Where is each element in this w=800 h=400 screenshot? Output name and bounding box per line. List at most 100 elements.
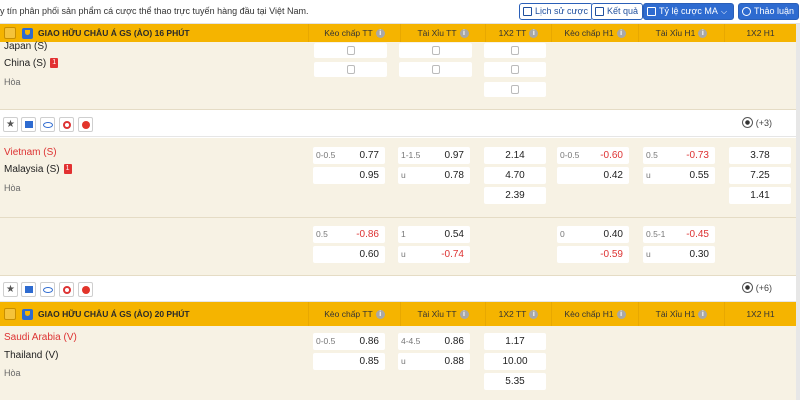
league-name: GIAO HỮU CHÂU Á GS (ẢO) 16 PHÚT	[38, 28, 190, 38]
odds-value: 0.88	[444, 356, 464, 367]
bet-history-button[interactable]: Lịch sử cược	[519, 3, 593, 20]
away-team[interactable]: China (S) 1	[4, 58, 59, 69]
hdp-h1-away-odds[interactable]: 0.42	[557, 167, 629, 184]
history-icon	[523, 7, 532, 16]
x12-h1-home-odds[interactable]: 3.78	[729, 147, 791, 164]
watch-button[interactable]	[40, 117, 55, 132]
total-line: 0.5	[646, 150, 658, 160]
away-team[interactable]: Malaysia (S) 1	[4, 164, 72, 175]
x12-ft-away-odds[interactable]: 10.00	[484, 353, 546, 370]
info-icon[interactable]: i	[698, 310, 708, 320]
live-icon	[62, 285, 71, 294]
away-team-name: Malaysia (S)	[4, 164, 60, 175]
fire-icon	[81, 120, 90, 129]
hdp-ft-away-odds[interactable]: 0.60	[313, 246, 385, 263]
hdp-ft-home-odds[interactable]: 0.5 -0.86	[313, 226, 385, 243]
collapse-toggle[interactable]	[4, 27, 16, 39]
col-hdp-h1: Kèo chấp H1 i	[551, 24, 638, 42]
live-button[interactable]	[59, 282, 74, 297]
ou-ft-under-odds[interactable]: u 0.78	[398, 167, 470, 184]
x12-h1-away-odds[interactable]: 7.25	[729, 167, 791, 184]
away-team[interactable]: Thailand (V)	[4, 350, 58, 361]
info-icon[interactable]: i	[375, 310, 385, 320]
hdp-h1-home-odds[interactable]: 0 0.40	[557, 226, 629, 243]
live-button[interactable]	[59, 117, 74, 132]
info-icon[interactable]: i	[529, 310, 539, 320]
results-button[interactable]: Kết quả	[591, 3, 644, 20]
info-icon[interactable]: i	[459, 310, 469, 320]
x12-ft-draw-odds[interactable]: 2.39	[484, 187, 546, 204]
away-team-name: China (S)	[4, 58, 47, 69]
stats-button[interactable]	[21, 117, 36, 132]
col-ou-h1: Tài Xỉu H1 i	[638, 24, 724, 42]
info-icon[interactable]: i	[616, 29, 626, 39]
collapse-toggle[interactable]	[4, 308, 16, 320]
home-team[interactable]: Vietnam (S)	[4, 147, 57, 158]
match-row: Japan (S) China (S) 1 Hòa	[0, 41, 796, 110]
hdp-ft-away-odds[interactable]: 0.95	[313, 167, 385, 184]
info-icon[interactable]: i	[616, 310, 626, 320]
x12-ft-home-odds[interactable]: 1.17	[484, 333, 546, 350]
hot-button[interactable]	[78, 117, 93, 132]
live-icon	[62, 120, 71, 129]
results-icon	[595, 7, 604, 16]
ou-ft-over-odds[interactable]: 1 0.54	[398, 226, 470, 243]
ou-ft-under-odds[interactable]: u 0.88	[398, 353, 470, 370]
home-team[interactable]: Japan (S)	[4, 41, 47, 52]
col-label: Tài Xỉu H1	[655, 28, 696, 38]
odds-value: 7.25	[750, 170, 770, 181]
hdp-ft-home-odds[interactable]: 0-0.5 0.77	[313, 147, 385, 164]
league-name: GIAO HỮU CHÂU Á GS (ẢO) 20 PHÚT	[38, 309, 190, 319]
col-label: Kèo chấp H1	[564, 309, 614, 319]
info-icon[interactable]: i	[375, 29, 385, 39]
odds-value: -0.59	[600, 249, 623, 260]
col-label: 1X2 TT	[498, 309, 527, 319]
info-icon[interactable]: i	[459, 29, 469, 39]
ou-ft-over-odds[interactable]: 1-1.5 0.97	[398, 147, 470, 164]
fire-icon	[81, 285, 90, 294]
star-icon: ★	[6, 119, 15, 130]
ou-h1-over-odds[interactable]: 0.5 -0.73	[643, 147, 715, 164]
ou-h1-over-odds[interactable]: 0.5-1 -0.45	[643, 226, 715, 243]
info-icon[interactable]: i	[698, 29, 708, 39]
col-label: Kèo chấp TT	[324, 28, 373, 38]
locked-odds-cell	[314, 62, 387, 77]
x12-h1-draw-odds[interactable]: 1.41	[729, 187, 791, 204]
favorite-button[interactable]: ★	[3, 117, 18, 132]
ou-ft-over-odds[interactable]: 4-4.5 0.86	[398, 333, 470, 350]
more-markets-button[interactable]: (+3)	[741, 117, 772, 128]
more-markets-button[interactable]: (+6)	[741, 282, 772, 293]
stats-button[interactable]	[21, 282, 36, 297]
ou-h1-under-odds[interactable]: u 0.30	[643, 246, 715, 263]
x12-ft-draw-odds[interactable]: 5.35	[484, 373, 546, 390]
hdp-h1-away-odds[interactable]: -0.59	[557, 246, 629, 263]
x12-ft-away-odds[interactable]: 4.70	[484, 167, 546, 184]
odds-value: 0.95	[359, 170, 379, 181]
hdp-h1-home-odds[interactable]: 0-0.5 -0.60	[557, 147, 629, 164]
odds-type-select[interactable]: Tỷ lệ cược MA ⌵	[643, 3, 734, 20]
info-icon[interactable]: i	[529, 29, 539, 39]
col-1x2-h1: 1X2 H1	[724, 24, 796, 42]
odds-value: -0.60	[600, 150, 623, 161]
league-header: GIAO HỮU CHÂU Á GS (ẢO) 16 PHÚT Kèo chấp…	[0, 24, 796, 42]
odds-value: 3.78	[750, 150, 770, 161]
col-label: 1X2 TT	[498, 28, 527, 38]
ou-h1-under-odds[interactable]: u 0.55	[643, 167, 715, 184]
scrollbar[interactable]	[796, 24, 800, 400]
favorite-button[interactable]: ★	[3, 282, 18, 297]
hdp-ft-home-odds[interactable]: 0-0.5 0.86	[313, 333, 385, 350]
watch-button[interactable]	[40, 282, 55, 297]
odds-value: 0.30	[689, 249, 709, 260]
ou-ft-under-odds[interactable]: u -0.74	[398, 246, 470, 263]
match-alt-line-row: 0.5 -0.86 0.60 1 0.54 u -0.74 0 0.40 -0.59 0…	[0, 218, 796, 276]
discuss-button[interactable]: Thảo luận	[738, 3, 800, 20]
hdp-ft-away-odds[interactable]: 0.85	[313, 353, 385, 370]
more-markets-count: (+3)	[755, 117, 772, 128]
x12-ft-home-odds[interactable]: 2.14	[484, 147, 546, 164]
odds-value: 0.54	[444, 229, 464, 240]
odds-value: 0.42	[603, 170, 623, 181]
hot-button[interactable]	[78, 282, 93, 297]
odds-value: -0.45	[686, 229, 709, 240]
home-team[interactable]: Saudi Arabia (V)	[4, 332, 77, 343]
col-ou-h1: Tài Xỉu H1 i	[638, 302, 724, 326]
